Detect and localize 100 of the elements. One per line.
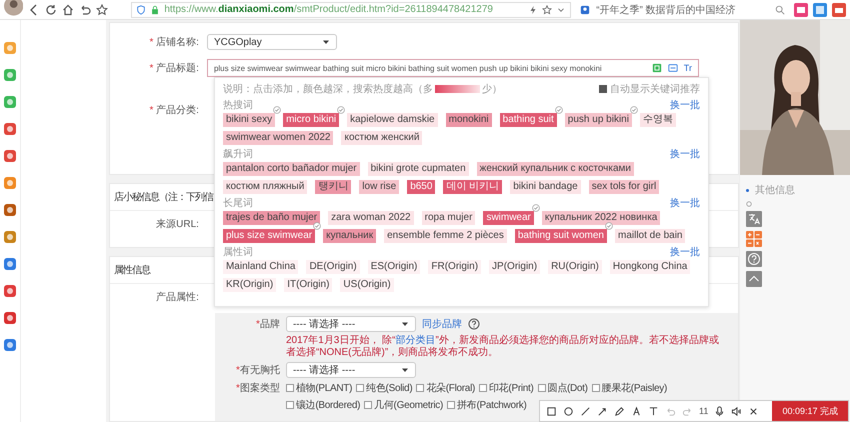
keyword-tag[interactable]: ES(Origin) — [368, 260, 420, 274]
keyword-tag[interactable]: monokini — [446, 113, 492, 127]
search-field[interactable]: “开年之季” 数据背后的中国经济 — [576, 2, 789, 18]
keyword-tag[interactable]: купальник 2022 новинка — [542, 211, 660, 225]
keyword-tag[interactable]: 탱키니 — [315, 180, 352, 194]
home-icon[interactable] — [62, 4, 74, 16]
pattern-checkbox[interactable]: 镶边(Bordered) — [286, 398, 360, 412]
keyword-tag[interactable]: FR(Origin) — [428, 260, 482, 274]
extension-icon[interactable] — [813, 2, 827, 16]
keyword-tag[interactable]: plus size swimwear — [222, 229, 316, 243]
line-tool-icon[interactable] — [580, 406, 591, 416]
rect-tool-icon[interactable] — [546, 406, 557, 416]
keyword-tag[interactable]: RU(Origin) — [548, 260, 602, 274]
finish-button[interactable]: 00:09:17 完成 — [772, 401, 848, 421]
keyword-tag[interactable]: JP(Origin) — [489, 260, 540, 274]
keyword-tag[interactable]: low rise — [359, 180, 400, 194]
keyword-tag[interactable]: 데이 비키니 — [443, 180, 502, 194]
star-icon[interactable] — [542, 4, 552, 14]
refresh-link[interactable]: 换一批 — [670, 146, 700, 160]
pattern-checkbox[interactable]: 印花(Print) — [479, 381, 534, 395]
font-tool[interactable]: Tr — [684, 63, 692, 73]
translate-icon[interactable] — [746, 211, 762, 227]
keyword-tag[interactable]: костюм женский — [341, 131, 422, 145]
keyword-tag[interactable]: костюм пляжный — [222, 180, 308, 194]
app-icon[interactable] — [4, 177, 16, 189]
scroll-top-icon[interactable] — [746, 271, 762, 287]
search-icon[interactable] — [775, 4, 785, 14]
refresh-link[interactable]: 换一批 — [670, 196, 700, 210]
sync-brand-link[interactable]: 同步品牌 — [422, 317, 462, 331]
keyword-tag[interactable]: maillot de bain — [615, 229, 686, 243]
avatar-icon[interactable] — [4, 0, 24, 16]
app-icon[interactable] — [4, 96, 16, 108]
address-bar[interactable]: https://www.dianxiaomi.com/smtProduct/edit.htm?id=2611894478421279 — [131, 2, 572, 18]
app-icon[interactable] — [4, 339, 16, 351]
app-icon[interactable] — [4, 285, 16, 297]
keyword-tag[interactable]: pantalon corto bañador mujer — [222, 162, 360, 176]
refresh-link[interactable]: 换一批 — [670, 98, 700, 112]
keyword-tag[interactable]: bathing suit — [500, 113, 557, 127]
microphone-icon[interactable] — [714, 406, 726, 416]
star-icon[interactable] — [96, 4, 108, 16]
circle-tool-icon[interactable] — [563, 406, 574, 416]
keyword-tag[interactable]: DE(Origin) — [306, 260, 360, 274]
keyword-tag[interactable]: 수영복 — [640, 113, 676, 127]
keyword-tag[interactable]: ensemble femme 2 pièces — [384, 229, 507, 243]
app-icon[interactable] — [4, 231, 16, 243]
pattern-checkbox[interactable]: 花朵(Floral) — [416, 381, 476, 395]
app-icon[interactable] — [4, 150, 16, 162]
marker-tool-icon[interactable] — [631, 406, 642, 416]
keyword-tag[interactable]: KR(Origin) — [222, 278, 276, 292]
extension-icon[interactable] — [794, 2, 808, 16]
keyword-tag[interactable]: bikini grote cupmaten — [368, 162, 469, 176]
keyword-tag[interactable]: ropa mujer — [422, 211, 476, 225]
keyword-tag[interactable]: Mainland China — [222, 260, 298, 274]
shop-select[interactable]: YCGOplay — [206, 34, 337, 50]
refresh-link[interactable]: 换一批 — [670, 244, 700, 258]
keyword-tag[interactable]: US(Origin) — [340, 278, 394, 292]
app-icon[interactable] — [4, 69, 16, 81]
pattern-checkbox[interactable]: 纯色(Solid) — [356, 381, 412, 395]
category-link[interactable]: 部分类目 — [395, 335, 436, 346]
keyword-tag[interactable]: b650 — [407, 180, 436, 194]
keyword-tag[interactable]: trajes de baño mujer — [222, 211, 320, 225]
pattern-checkbox[interactable]: 腰果花(Paisley) — [592, 381, 667, 395]
keyword-tag[interactable]: swimwear women 2022 — [222, 131, 334, 145]
undo-icon[interactable] — [79, 4, 92, 16]
lightning-icon[interactable] — [528, 4, 538, 14]
keyword-tag[interactable]: IT(Origin) — [284, 278, 332, 292]
keyword-tag[interactable]: micro bikini — [283, 113, 340, 127]
pen-tool-icon[interactable] — [614, 406, 625, 416]
pattern-checkbox[interactable]: 几何(Geometric) — [364, 398, 444, 412]
app-icon[interactable] — [4, 312, 16, 324]
help-icon[interactable] — [746, 251, 762, 267]
keyword-tag[interactable]: bathing suit women — [514, 229, 607, 243]
padding-select[interactable]: ---- 请选择 ---- — [286, 362, 416, 378]
pattern-checkbox[interactable]: 圆点(Dot) — [538, 381, 588, 395]
grid-icon[interactable] — [652, 63, 662, 73]
keyword-tag[interactable]: bikini sexy — [222, 113, 276, 127]
keyword-tag[interactable]: sex tols for girl — [588, 180, 660, 194]
calculator-icon[interactable] — [746, 231, 762, 247]
text-tool-icon[interactable] — [648, 406, 659, 416]
help-icon[interactable] — [468, 318, 480, 330]
pattern-checkbox[interactable]: 拼布(Patchwork) — [447, 398, 526, 412]
keyword-tag[interactable]: zara woman 2022 — [328, 211, 414, 225]
app-icon[interactable] — [4, 123, 16, 135]
extension-icon[interactable] — [832, 2, 846, 16]
speaker-icon[interactable] — [731, 406, 742, 416]
keyword-tag[interactable]: swimwear — [483, 211, 534, 225]
keyword-tag[interactable]: купальник — [323, 229, 376, 243]
refresh-icon[interactable] — [45, 4, 58, 16]
close-icon[interactable] — [748, 406, 760, 416]
image-icon[interactable] — [668, 63, 678, 73]
keyword-tag[interactable]: bikini bandage — [510, 180, 581, 194]
keyword-tag[interactable]: Hongkong China — [610, 260, 690, 274]
brand-select[interactable]: ---- 请选择 ---- — [286, 316, 416, 332]
app-icon[interactable] — [4, 258, 16, 270]
arrow-tool-icon[interactable] — [597, 406, 608, 416]
keyword-tag[interactable]: push up bikini — [564, 113, 632, 127]
keyword-tag[interactable]: женский купальник с косточками — [476, 162, 634, 176]
title-input[interactable]: plus size swimwear swimwear bathing suit micro bikini bathing suit women push up bikini bikini sexy monokini Tr — [206, 59, 699, 77]
keyword-tag[interactable]: kapielowe damskie — [347, 113, 438, 127]
pattern-checkbox[interactable]: 植物(PLANT) — [286, 381, 352, 395]
